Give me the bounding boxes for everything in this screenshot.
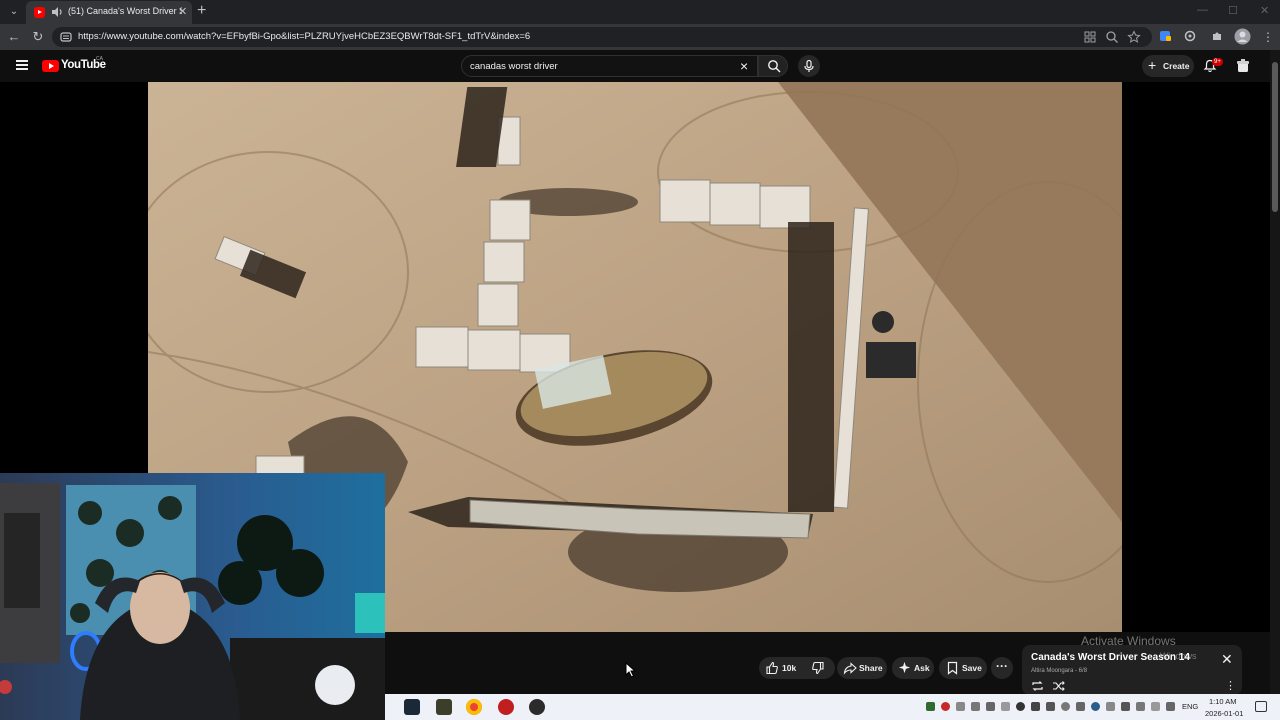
like-dislike-group: 10k	[759, 657, 835, 679]
taskbar-date[interactable]: 2026-01-01	[1205, 709, 1243, 718]
tray-app-icon[interactable]	[956, 702, 965, 711]
browser-tab-strip: ⌄ (51) Canada's Worst Driver S ✕ + — ☐ ✕	[0, 0, 1280, 24]
search-query: canadas worst driver	[470, 61, 558, 72]
save-button[interactable]: Save	[939, 657, 987, 679]
url-text: https://www.youtube.com/watch?v=EFbyfBi-…	[78, 31, 531, 42]
chrome-taskbar-icon[interactable]	[466, 699, 482, 715]
webcam-overlay	[0, 473, 385, 720]
volume-icon[interactable]	[1166, 702, 1175, 711]
maximize-icon[interactable]: ☐	[1228, 4, 1238, 17]
tray-app-icon[interactable]	[1061, 702, 1070, 711]
share-button[interactable]: Share	[837, 657, 887, 679]
page-scrollbar[interactable]	[1270, 50, 1280, 694]
extension-icon[interactable]	[1158, 29, 1172, 43]
reload-icon[interactable]: ↻	[30, 29, 46, 45]
input-language[interactable]: ENG	[1182, 702, 1198, 711]
more-horizontal-icon: ···	[996, 659, 1008, 673]
settings-extension-icon[interactable]	[1183, 29, 1197, 43]
bookmark-save-icon	[947, 661, 958, 675]
save-label: Save	[962, 663, 982, 673]
tray-steam-icon[interactable]	[1091, 702, 1100, 711]
youtube-favicon-icon	[34, 7, 45, 18]
tray-usb-icon[interactable]	[1121, 702, 1130, 711]
close-playlist-icon[interactable]: ✕	[1221, 651, 1233, 668]
tray-display-icon[interactable]	[1136, 702, 1145, 711]
search-button[interactable]	[758, 55, 788, 77]
region-code: CA	[96, 56, 103, 62]
tray-app-icon[interactable]	[1016, 702, 1025, 711]
windows-taskbar	[385, 694, 1280, 720]
ask-button[interactable]: Ask	[892, 657, 934, 679]
notification-center-icon[interactable]	[1255, 701, 1267, 712]
account-avatar-icon[interactable]	[1235, 58, 1251, 74]
search-icon	[768, 60, 781, 73]
tray-record-icon[interactable]	[941, 702, 950, 711]
loop-icon[interactable]	[1031, 680, 1044, 692]
create-button[interactable]: + Create	[1142, 55, 1194, 77]
network-icon[interactable]	[1151, 702, 1160, 711]
tab-title: (51) Canada's Worst Driver S	[68, 6, 182, 16]
plus-icon: +	[1148, 57, 1157, 73]
recording-app-taskbar-icon[interactable]	[498, 699, 514, 715]
tray-app-icon[interactable]	[986, 702, 995, 711]
create-label: Create	[1163, 61, 1190, 71]
app-taskbar-icon[interactable]	[436, 699, 452, 715]
playlist-menu-icon[interactable]: ⋮	[1225, 679, 1236, 692]
scrollbar-thumb[interactable]	[1272, 62, 1278, 212]
tray-app-icon[interactable]	[1106, 702, 1115, 711]
microphone-icon	[804, 59, 814, 72]
hamburger-menu-icon[interactable]	[16, 60, 28, 70]
profile-avatar-icon[interactable]	[1234, 28, 1251, 45]
more-actions-button[interactable]: ···	[991, 657, 1013, 679]
youtube-header: YouTube CA canadas worst driver × + Crea…	[0, 50, 1270, 82]
mouse-cursor-icon	[625, 662, 637, 678]
address-bar[interactable]: https://www.youtube.com/watch?v=EFbyfBi-…	[52, 27, 1152, 47]
activate-windows-subtitle: Windows	[1160, 651, 1197, 661]
search-input[interactable]: canadas worst driver ×	[461, 55, 758, 77]
install-app-icon[interactable]	[1083, 30, 1097, 44]
speaker-icon[interactable]	[50, 5, 64, 19]
media-app-taskbar-icon[interactable]	[529, 699, 545, 715]
tray-app-icon[interactable]	[971, 702, 980, 711]
shuffle-icon[interactable]	[1052, 680, 1065, 692]
tray-app-icon[interactable]	[926, 702, 935, 711]
playlist-subtitle: Altira Moongara - 6/8	[1031, 668, 1088, 674]
tray-app-icon[interactable]	[1076, 702, 1085, 711]
ask-label: Ask	[914, 663, 930, 673]
dislike-thumb-down-icon[interactable]	[811, 661, 825, 675]
tab-search-icon[interactable]: ⌄	[6, 4, 22, 20]
sparkle-icon	[898, 661, 911, 674]
share-label: Share	[859, 663, 883, 673]
streamer-webcam-illustration	[0, 473, 385, 720]
steam-taskbar-icon[interactable]	[404, 699, 420, 715]
tray-app-icon[interactable]	[1031, 702, 1040, 711]
minimize-icon[interactable]: —	[1197, 4, 1208, 16]
browser-menu-icon[interactable]: ⋮	[1260, 29, 1276, 45]
site-info-icon[interactable]	[60, 31, 72, 43]
close-window-icon[interactable]: ✕	[1260, 4, 1269, 17]
like-thumb-up-icon[interactable]	[765, 661, 779, 675]
back-icon[interactable]: ←	[6, 29, 22, 45]
zoom-icon[interactable]	[1105, 30, 1119, 44]
share-arrow-icon	[843, 662, 857, 675]
taskbar-time[interactable]: 1:10 AM	[1209, 697, 1237, 706]
bookmark-star-icon[interactable]	[1127, 30, 1141, 44]
like-count[interactable]: 10k	[782, 663, 796, 673]
new-tab-icon[interactable]: +	[197, 2, 206, 20]
tray-app-icon[interactable]	[1001, 702, 1010, 711]
browser-tab[interactable]: (51) Canada's Worst Driver S ✕	[26, 1, 192, 24]
tray-app-icon[interactable]	[1046, 702, 1055, 711]
extensions-puzzle-icon[interactable]	[1210, 29, 1224, 43]
playlist-panel[interactable]: Canada's Worst Driver Season 14 Altira M…	[1022, 645, 1242, 695]
close-tab-icon[interactable]: ✕	[178, 5, 187, 18]
clear-search-icon[interactable]: ×	[740, 58, 748, 74]
voice-search-button[interactable]	[798, 55, 820, 77]
youtube-logo-icon[interactable]	[42, 60, 59, 72]
address-row: ← ↻ https://www.youtube.com/watch?v=EFby…	[0, 24, 1280, 50]
notification-badge: 9+	[1212, 58, 1223, 66]
